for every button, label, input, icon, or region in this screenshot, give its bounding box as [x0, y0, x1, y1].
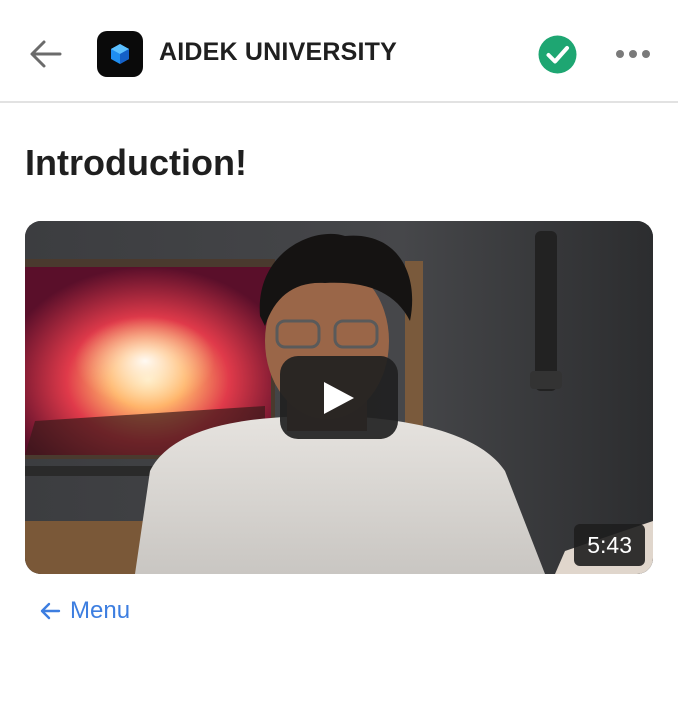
menu-link-label: Menu: [70, 597, 131, 624]
check-circle-icon: [538, 35, 577, 74]
page-title: Introduction!: [25, 142, 247, 183]
video-duration-badge: 5:43: [574, 524, 645, 566]
arrow-left-icon: [30, 40, 62, 68]
more-horizontal-icon: [616, 50, 650, 58]
play-button[interactable]: [280, 356, 398, 439]
more-options-button[interactable]: [612, 44, 654, 64]
app-logo: [97, 31, 143, 77]
play-icon: [324, 381, 354, 414]
arrow-left-icon: [40, 602, 61, 620]
video-player[interactable]: 5:43: [25, 221, 653, 574]
back-button[interactable]: [26, 36, 66, 72]
menu-link[interactable]: Menu: [38, 597, 130, 625]
app-header: AIDEK UNIVERSITY: [0, 0, 678, 103]
app-title: AIDEK UNIVERSITY: [159, 38, 397, 66]
cube-logo-icon: [111, 44, 129, 64]
